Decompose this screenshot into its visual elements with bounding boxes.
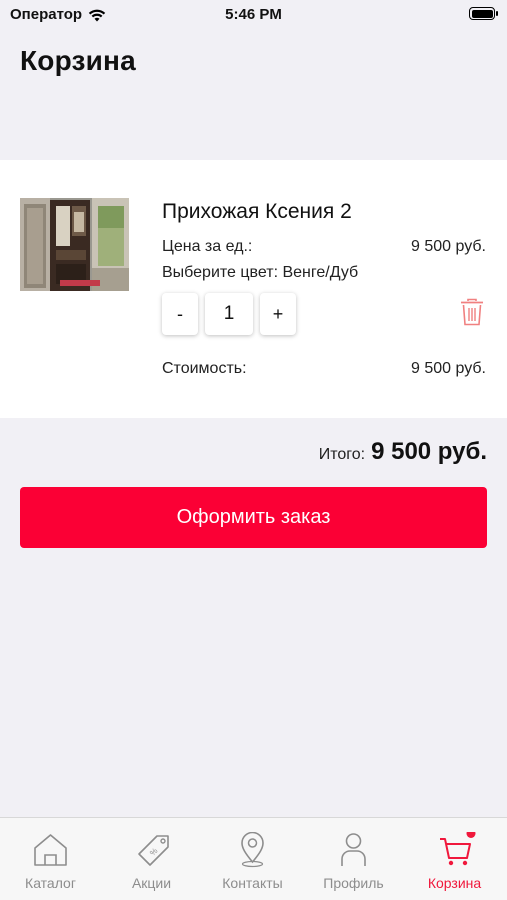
unit-price-value: 9 500 руб. (411, 238, 486, 255)
svg-text:%: % (148, 846, 159, 857)
tab-catalog[interactable]: Каталог (0, 818, 101, 900)
tab-promotions[interactable]: % Акции (101, 818, 202, 900)
trash-icon[interactable] (460, 298, 484, 326)
checkout-button[interactable]: Оформить заказ (20, 487, 487, 548)
cost-value: 9 500 руб. (411, 360, 486, 377)
location-pin-icon (241, 832, 264, 868)
order-total: Итого: 9 500 руб. (319, 438, 487, 466)
tab-contacts[interactable]: Контакты (202, 818, 303, 900)
tab-label: Корзина (427, 875, 482, 891)
cart-item-card: Прихожая Ксения 2 Цена за ед.: 9 500 руб… (0, 160, 507, 418)
total-value: 9 500 руб. (371, 438, 487, 465)
cost-label: Стоимость: (162, 360, 247, 377)
unit-price-label: Цена за ед.: (162, 238, 253, 255)
status-bar: Оператор 5:46 PM (0, 0, 507, 30)
tab-label: Акции (131, 875, 172, 891)
quantity-value: 1 (205, 293, 253, 335)
product-photo (20, 198, 129, 291)
tag-icon: % (138, 835, 169, 866)
status-time: 5:46 PM (225, 6, 282, 23)
page-title: Корзина (20, 45, 136, 76)
cart-badge (466, 832, 476, 838)
increase-quantity-button[interactable]: + (260, 293, 296, 335)
tab-bar: Каталог % Акции Контакты Профиль Корзина (0, 817, 507, 900)
tab-label: Каталог (25, 875, 76, 891)
total-label: Итого: (318, 446, 366, 463)
product-name[interactable]: Прихожая Ксения 2 (162, 200, 352, 224)
product-image[interactable] (20, 198, 129, 291)
tab-profile[interactable]: Профиль (303, 818, 404, 900)
battery-icon (469, 7, 498, 20)
color-selector[interactable]: Выберите цвет: Венге/Дуб (162, 264, 358, 282)
cart-icon (440, 832, 476, 866)
tab-cart[interactable]: Корзина (404, 818, 505, 900)
tab-label: Профиль (323, 875, 384, 891)
tab-label: Контакты (222, 875, 283, 891)
decrease-quantity-button[interactable]: - (162, 293, 198, 335)
home-icon (34, 834, 67, 866)
person-icon (341, 833, 366, 866)
